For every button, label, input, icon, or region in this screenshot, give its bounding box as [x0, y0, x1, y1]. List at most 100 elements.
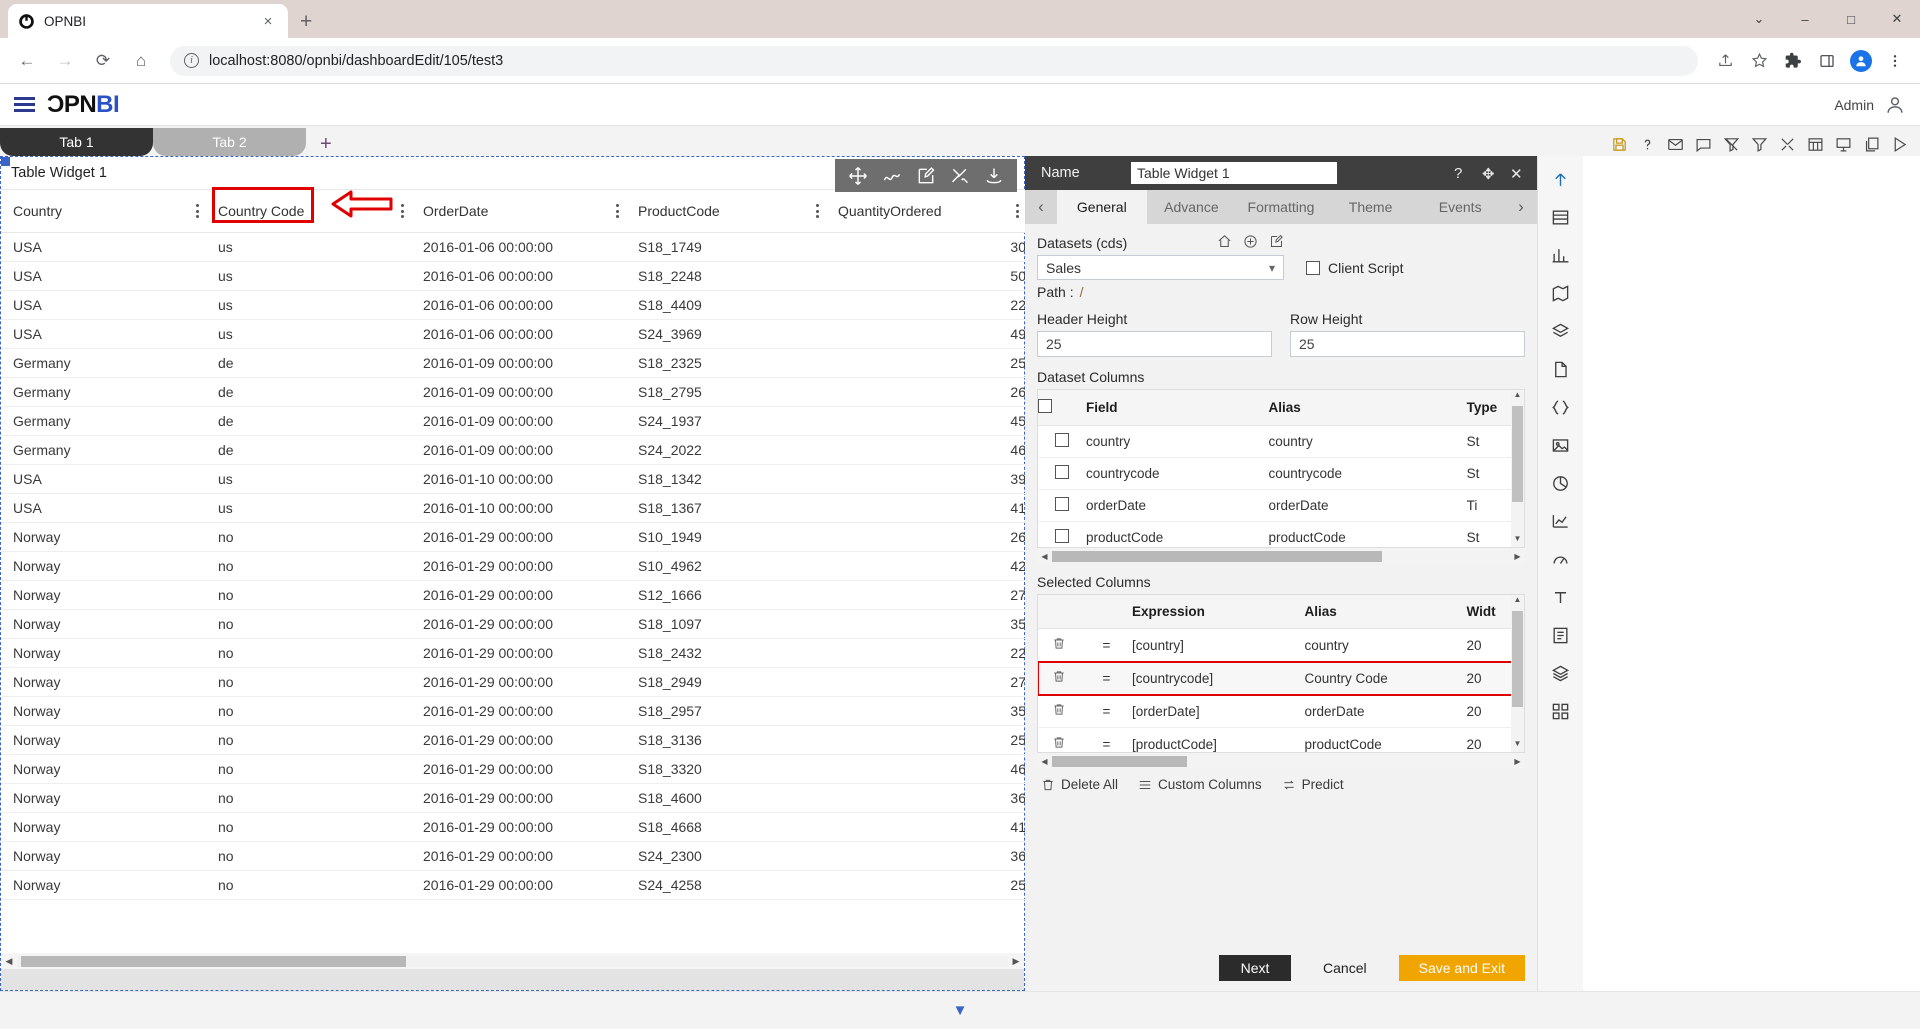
mail-icon[interactable] — [1667, 136, 1684, 153]
scroll-thumb[interactable] — [1512, 611, 1523, 707]
row-height-input[interactable] — [1290, 331, 1525, 357]
scroll-up-icon[interactable]: ▲ — [1511, 390, 1524, 403]
edit-icon[interactable] — [909, 159, 943, 192]
scroll-right-icon[interactable]: ▶ — [1510, 552, 1525, 561]
scroll-left-icon[interactable]: ◀ — [1037, 552, 1052, 561]
selected-columns-alias-header[interactable]: Alias — [1304, 595, 1467, 629]
column-menu-icon[interactable] — [616, 204, 619, 218]
line-chart-icon[interactable] — [1538, 502, 1584, 540]
column-header-productcode[interactable]: ProductCode — [626, 189, 826, 233]
back-icon[interactable]: ← — [10, 44, 44, 78]
column-header-country[interactable]: Country — [1, 189, 206, 233]
row-checkbox[interactable] — [1054, 497, 1069, 511]
row-checkbox[interactable] — [1054, 433, 1069, 447]
draw-icon[interactable] — [875, 159, 909, 192]
scroll-down-icon[interactable]: ▼ — [1511, 739, 1524, 752]
table-row[interactable]: Germany de 2016-01-09 00:00:00 S18_2325 25 — [1, 348, 1026, 378]
grid-table-icon[interactable] — [1807, 136, 1824, 153]
browser-tab[interactable]: OPNBI × — [8, 4, 288, 38]
scroll-up-icon[interactable]: ▲ — [1511, 595, 1524, 608]
profile-avatar[interactable] — [1846, 46, 1876, 76]
column-menu-icon[interactable] — [401, 204, 404, 218]
home-icon[interactable] — [1217, 234, 1232, 254]
play-icon[interactable] — [1891, 136, 1908, 153]
window-collapse-icon[interactable]: ⌄ — [1736, 11, 1782, 27]
table-row[interactable]: Norway no 2016-01-29 00:00:00 S18_2949 27 — [1, 667, 1026, 697]
collapse-panel-icon[interactable] — [1538, 160, 1584, 198]
browser-menu-icon[interactable] — [1880, 46, 1910, 76]
table-row[interactable]: Norway no 2016-01-29 00:00:00 S10_4962 42 — [1, 551, 1026, 581]
column-header-country-code[interactable]: Country Code — [206, 189, 411, 233]
dataset-columns-alias-header[interactable]: Alias — [1268, 390, 1467, 426]
site-info-icon[interactable]: i — [184, 53, 199, 68]
table-row[interactable]: USA us 2016-01-06 00:00:00 S18_4409 22 — [1, 290, 1026, 320]
row-checkbox[interactable] — [1054, 465, 1069, 479]
table-row[interactable]: Norway no 2016-01-29 00:00:00 S18_3136 25 — [1, 725, 1026, 755]
dataset-columns-horizontal-scrollbar[interactable]: ◀ ▶ — [1037, 548, 1525, 564]
scroll-track[interactable] — [1052, 755, 1510, 767]
qr-widget-icon[interactable] — [1538, 692, 1584, 730]
scroll-down-icon[interactable]: ▼ — [1511, 534, 1524, 547]
forward-icon[interactable]: → — [48, 44, 82, 78]
dataset-column-row[interactable]: orderDate orderDate Ti — [1038, 489, 1524, 522]
table-row[interactable]: USA us 2016-01-06 00:00:00 S24_3969 49 — [1, 319, 1026, 349]
delete-row-button[interactable] — [1038, 628, 1080, 662]
column-menu-icon[interactable] — [196, 204, 199, 218]
cancel-button[interactable]: Cancel — [1303, 955, 1387, 981]
help-icon[interactable]: ? — [1454, 165, 1470, 182]
dataset-select[interactable]: Sales ▾ — [1037, 255, 1284, 280]
filter-clear-icon[interactable] — [1723, 136, 1740, 153]
window-close-icon[interactable]: ✕ — [1874, 11, 1920, 27]
browser-tab-close-icon[interactable]: × — [258, 13, 278, 30]
download-icon[interactable] — [977, 159, 1011, 192]
chart-widget-icon[interactable] — [1538, 236, 1584, 274]
client-script-checkbox[interactable] — [1306, 260, 1320, 275]
document-icon[interactable] — [1538, 350, 1584, 388]
table-row[interactable]: Germany de 2016-01-09 00:00:00 S24_2022 46 — [1, 435, 1026, 465]
table-horizontal-scrollbar[interactable]: ◀ ▶ — [1, 953, 1024, 969]
pie-chart-icon[interactable] — [1538, 464, 1584, 502]
table-row[interactable]: Norway no 2016-01-29 00:00:00 S18_2957 35 — [1, 696, 1026, 726]
stack-icon[interactable] — [1538, 312, 1584, 350]
table-row[interactable]: Germany de 2016-01-09 00:00:00 S24_1937 45 — [1, 406, 1026, 436]
table-row[interactable]: Norway no 2016-01-29 00:00:00 S24_2300 36 — [1, 841, 1026, 871]
column-header-orderdate[interactable]: OrderDate — [411, 189, 626, 233]
column-menu-icon[interactable] — [816, 204, 819, 218]
add-dashboard-tab-button[interactable]: + — [320, 134, 332, 154]
new-tab-button[interactable]: + — [300, 11, 312, 32]
scroll-track[interactable] — [1052, 550, 1510, 562]
table-row[interactable]: USA us 2016-01-10 00:00:00 S18_1367 41 — [1, 493, 1026, 523]
home-icon[interactable]: ⌂ — [124, 44, 158, 78]
dataset-column-row[interactable]: country country St — [1038, 425, 1524, 458]
table-row[interactable]: Norway no 2016-01-29 00:00:00 S18_1097 35 — [1, 609, 1026, 639]
settings-tools-icon[interactable] — [1779, 136, 1796, 153]
help-icon[interactable] — [1639, 136, 1656, 153]
table-row[interactable]: USA us 2016-01-10 00:00:00 S18_1342 39 — [1, 464, 1026, 494]
column-menu-icon[interactable] — [1016, 204, 1019, 218]
speedometer-icon[interactable] — [1538, 540, 1584, 578]
scroll-down-icon[interactable]: ▼ — [953, 1002, 968, 1019]
widget-name-input[interactable] — [1131, 162, 1337, 184]
move-icon[interactable]: ✥ — [1482, 165, 1498, 183]
tab-general[interactable]: General — [1057, 190, 1147, 224]
table-row[interactable]: USA us 2016-01-06 00:00:00 S18_2248 50 — [1, 261, 1026, 291]
filter-icon[interactable] — [1751, 136, 1768, 153]
table-row[interactable]: Norway no 2016-01-29 00:00:00 S24_4258 25 — [1, 870, 1026, 900]
tab-scroll-right-icon[interactable]: › — [1504, 190, 1537, 224]
scroll-thumb[interactable] — [1052, 755, 1187, 767]
equals-icon[interactable]: = — [1079, 694, 1133, 728]
selected-column-row[interactable]: = [countrycode] Country Code 20 — [1038, 660, 1524, 696]
copy-icon[interactable] — [1863, 136, 1880, 153]
presentation-icon[interactable] — [1835, 136, 1852, 153]
delete-all-button[interactable]: Delete All — [1041, 777, 1118, 792]
table-row[interactable]: Norway no 2016-01-29 00:00:00 S18_3320 46 — [1, 754, 1026, 784]
scroll-right-icon[interactable]: ▶ — [1510, 757, 1525, 766]
photo-icon[interactable] — [1538, 426, 1584, 464]
delete-row-button[interactable] — [1038, 694, 1080, 728]
image-map-icon[interactable] — [1538, 274, 1584, 312]
selected-column-row[interactable]: = [productCode] productCode 20 — [1038, 727, 1524, 752]
text-widget-icon[interactable] — [1538, 578, 1584, 616]
dataset-column-row[interactable]: countrycode countrycode St — [1038, 457, 1524, 490]
edit-square-icon[interactable] — [1269, 234, 1284, 254]
next-button[interactable]: Next — [1219, 955, 1292, 981]
